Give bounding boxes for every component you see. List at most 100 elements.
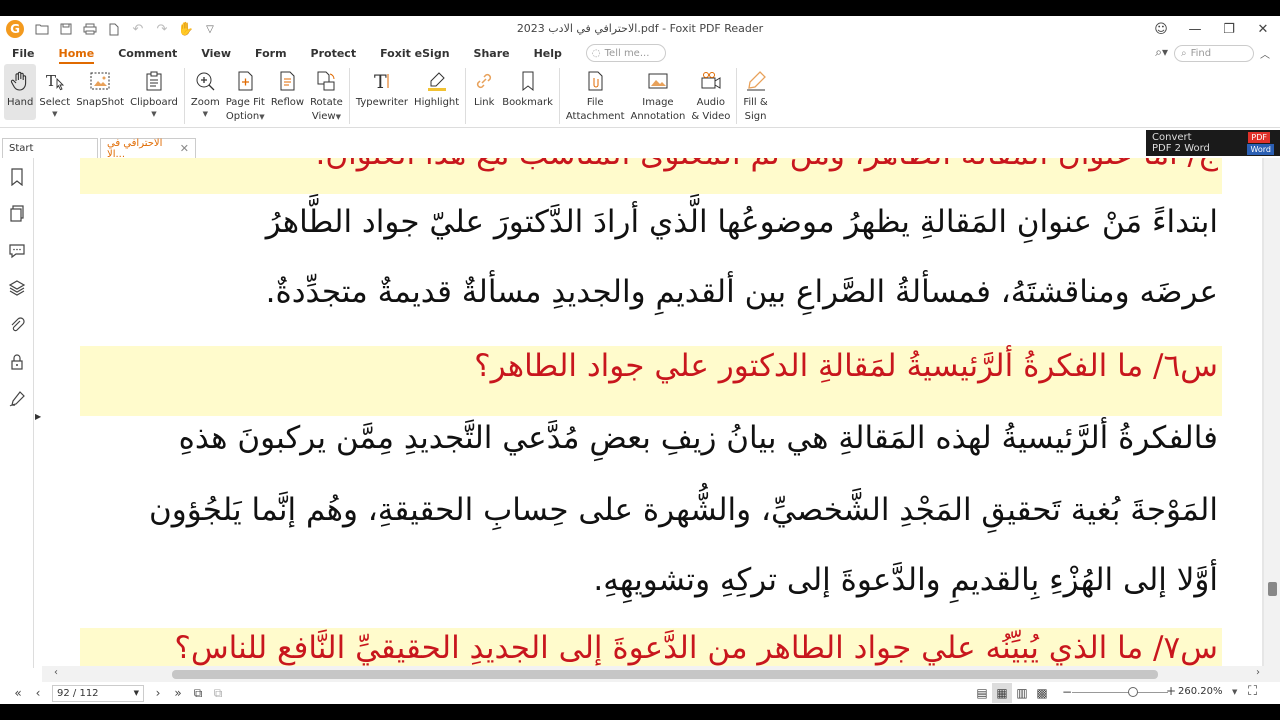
new-document-icon[interactable] (104, 19, 124, 39)
bookmark-label: Bookmark (502, 97, 553, 108)
hand-dropdown-icon[interactable]: ✋ (176, 19, 196, 39)
highlight-button[interactable]: Highlight (411, 64, 462, 110)
reflow-button[interactable]: Reflow (268, 64, 307, 110)
tab-start[interactable]: Start (2, 138, 98, 158)
tell-me-box[interactable]: ◌ Tell me... (585, 44, 666, 62)
menu-comment[interactable]: Comment (118, 42, 177, 64)
zoom-dropdown-caret-icon[interactable]: ▼ (1232, 688, 1237, 696)
zoom-caret-icon: ▼ (202, 110, 208, 118)
find-placeholder: Find (1190, 48, 1212, 59)
find-input[interactable]: ⌕ Find (1174, 45, 1254, 62)
zoom-in-icon[interactable]: + (1166, 684, 1176, 698)
document-viewport[interactable]: ج/ أما عنوان المقالة الظاهر، ومن ثم المع… (42, 158, 1264, 666)
file-attachment-label-1: File (586, 97, 604, 108)
save-icon[interactable] (56, 19, 76, 39)
next-page-icon[interactable]: › (148, 683, 168, 703)
zoom-slider-track[interactable] (1072, 692, 1168, 693)
ribbon-separator (183, 68, 185, 124)
rotate-label-2-text: View (311, 111, 336, 122)
zoom-level[interactable]: 260.20% (1178, 686, 1223, 697)
scroll-right-arrow-icon[interactable]: › (1256, 667, 1260, 678)
snapshot-label: SnapShot (76, 97, 125, 108)
paragraph-2-line-2: المَوْجةَ بُغية تَحقيقِ المَجْدِ الشَّخص… (149, 492, 1218, 528)
fill-sign-button[interactable]: Fill & Sign (740, 64, 770, 124)
customize-chevron-icon[interactable]: ▽ (200, 19, 220, 39)
bookmark-button[interactable]: Bookmark (499, 64, 556, 110)
sidebar-item-layers[interactable] (0, 269, 34, 306)
foxit-logo-icon: G (6, 20, 24, 38)
menu-home[interactable]: Home (58, 42, 94, 64)
close-icon[interactable]: ✕ (1246, 16, 1280, 42)
typewriter-button[interactable]: T Typewriter (353, 64, 411, 110)
page-dropdown-caret-icon[interactable]: ▼ (134, 689, 139, 697)
print-icon[interactable] (80, 19, 100, 39)
scroll-left-arrow-icon[interactable]: ‹ (54, 667, 58, 678)
minimize-icon[interactable]: — (1178, 16, 1212, 42)
previous-page-icon[interactable]: ‹ (28, 683, 48, 703)
menu-view[interactable]: View (201, 42, 231, 64)
account-icon[interactable]: ☺ (1144, 16, 1178, 42)
sidebar-item-bookmarks[interactable] (0, 158, 34, 195)
copy-pages-icon[interactable]: ⧉ (188, 683, 208, 703)
link-button[interactable]: Link (469, 64, 499, 110)
vertical-scroll-thumb[interactable] (1268, 582, 1277, 596)
close-tab-icon[interactable]: ✕ (180, 142, 189, 155)
page-fit-option-button[interactable]: Page Fit Option▼ (223, 64, 268, 124)
paragraph-1-line-2: عرضَه ومناقشتَهُ، فمسألةُ الصَّراعِ بين … (265, 274, 1218, 310)
extract-pages-icon[interactable]: ⧉ (208, 683, 228, 703)
zoom-out-icon[interactable]: − (1062, 685, 1072, 699)
select-tool-button[interactable]: T Select ▼ (36, 64, 73, 118)
question-6-text: س٦/ ما الفكرةُ ألرَّئيسيةُ لمَقالةِ الدك… (474, 348, 1218, 384)
single-page-view-icon[interactable]: ▤ (972, 683, 992, 703)
continuous-facing-view-icon[interactable]: ▩ (1032, 683, 1052, 703)
attachment-icon (583, 69, 607, 93)
first-page-icon[interactable]: « (8, 683, 28, 703)
rotate-view-button[interactable]: Rotate View▼ (307, 64, 346, 124)
menu-protect[interactable]: Protect (311, 42, 357, 64)
hand-tool-button[interactable]: Hand (4, 64, 37, 120)
audio-video-label-1: Audio (696, 97, 726, 108)
menu-help[interactable]: Help (534, 42, 562, 64)
sidebar-item-pages[interactable] (0, 195, 34, 232)
continuous-view-icon[interactable]: ▦ (992, 683, 1012, 703)
horizontal-scroll-thumb[interactable] (172, 670, 1158, 679)
file-attachment-button[interactable]: File Attachment (563, 64, 628, 124)
audio-video-button[interactable]: Audio & Video (688, 64, 733, 124)
menu-share[interactable]: Share (474, 42, 510, 64)
vertical-scrollbar[interactable] (1264, 158, 1280, 682)
horizontal-scrollbar[interactable]: ‹ › (42, 666, 1264, 682)
sidebar-item-attachments[interactable] (0, 306, 34, 343)
page-fit-label-2-text: Option (225, 111, 260, 122)
paperclip-icon (11, 316, 25, 331)
sidebar-item-security[interactable] (0, 343, 34, 380)
last-page-icon[interactable]: » (168, 683, 188, 703)
tab-document[interactable]: الاحترافي في الا... ✕ (100, 138, 196, 160)
pdf-page: ج/ أما عنوان المقالة الظاهر، ومن ثم المع… (42, 158, 1262, 666)
fullscreen-icon[interactable]: ⛶ (1248, 684, 1257, 699)
redo-icon[interactable]: ↷ (152, 19, 172, 39)
paragraph-2-line-3: أوَّلا إلى الهُزْءِ بِالقديمِ والدَّعوةَ… (593, 562, 1218, 598)
clipboard-button[interactable]: Clipboard ▼ (127, 64, 181, 118)
ribbon-separator (558, 68, 560, 124)
highlight-icon (425, 69, 449, 93)
menu-foxit-esign[interactable]: Foxit eSign (380, 42, 449, 64)
fill-sign-label-1: Fill & (743, 97, 768, 108)
facing-view-icon[interactable]: ▥ (1012, 683, 1032, 703)
sidebar-item-comments[interactable] (0, 232, 34, 269)
search-options-icon[interactable]: ⌕▾ (1155, 45, 1168, 60)
sidebar-item-signatures[interactable] (0, 380, 34, 417)
expand-sidebar-icon[interactable]: ▶ (35, 412, 41, 421)
select-text-icon: T (43, 69, 67, 93)
undo-icon[interactable]: ↶ (128, 19, 148, 39)
snapshot-button[interactable]: SnapShot (73, 64, 127, 110)
open-folder-icon[interactable] (32, 19, 52, 39)
menu-form[interactable]: Form (255, 42, 287, 64)
zoom-slider-knob[interactable] (1128, 687, 1138, 697)
bookmark-icon (516, 69, 540, 93)
menu-file[interactable]: File (12, 42, 35, 64)
image-annotation-button[interactable]: Image Annotation (628, 64, 689, 124)
restore-icon[interactable]: ❐ (1212, 16, 1246, 42)
page-number-input[interactable]: 92 / 112 ▼ (52, 684, 144, 702)
collapse-ribbon-icon[interactable]: ︿ (1260, 46, 1270, 61)
zoom-button[interactable]: Zoom ▼ (188, 64, 223, 118)
